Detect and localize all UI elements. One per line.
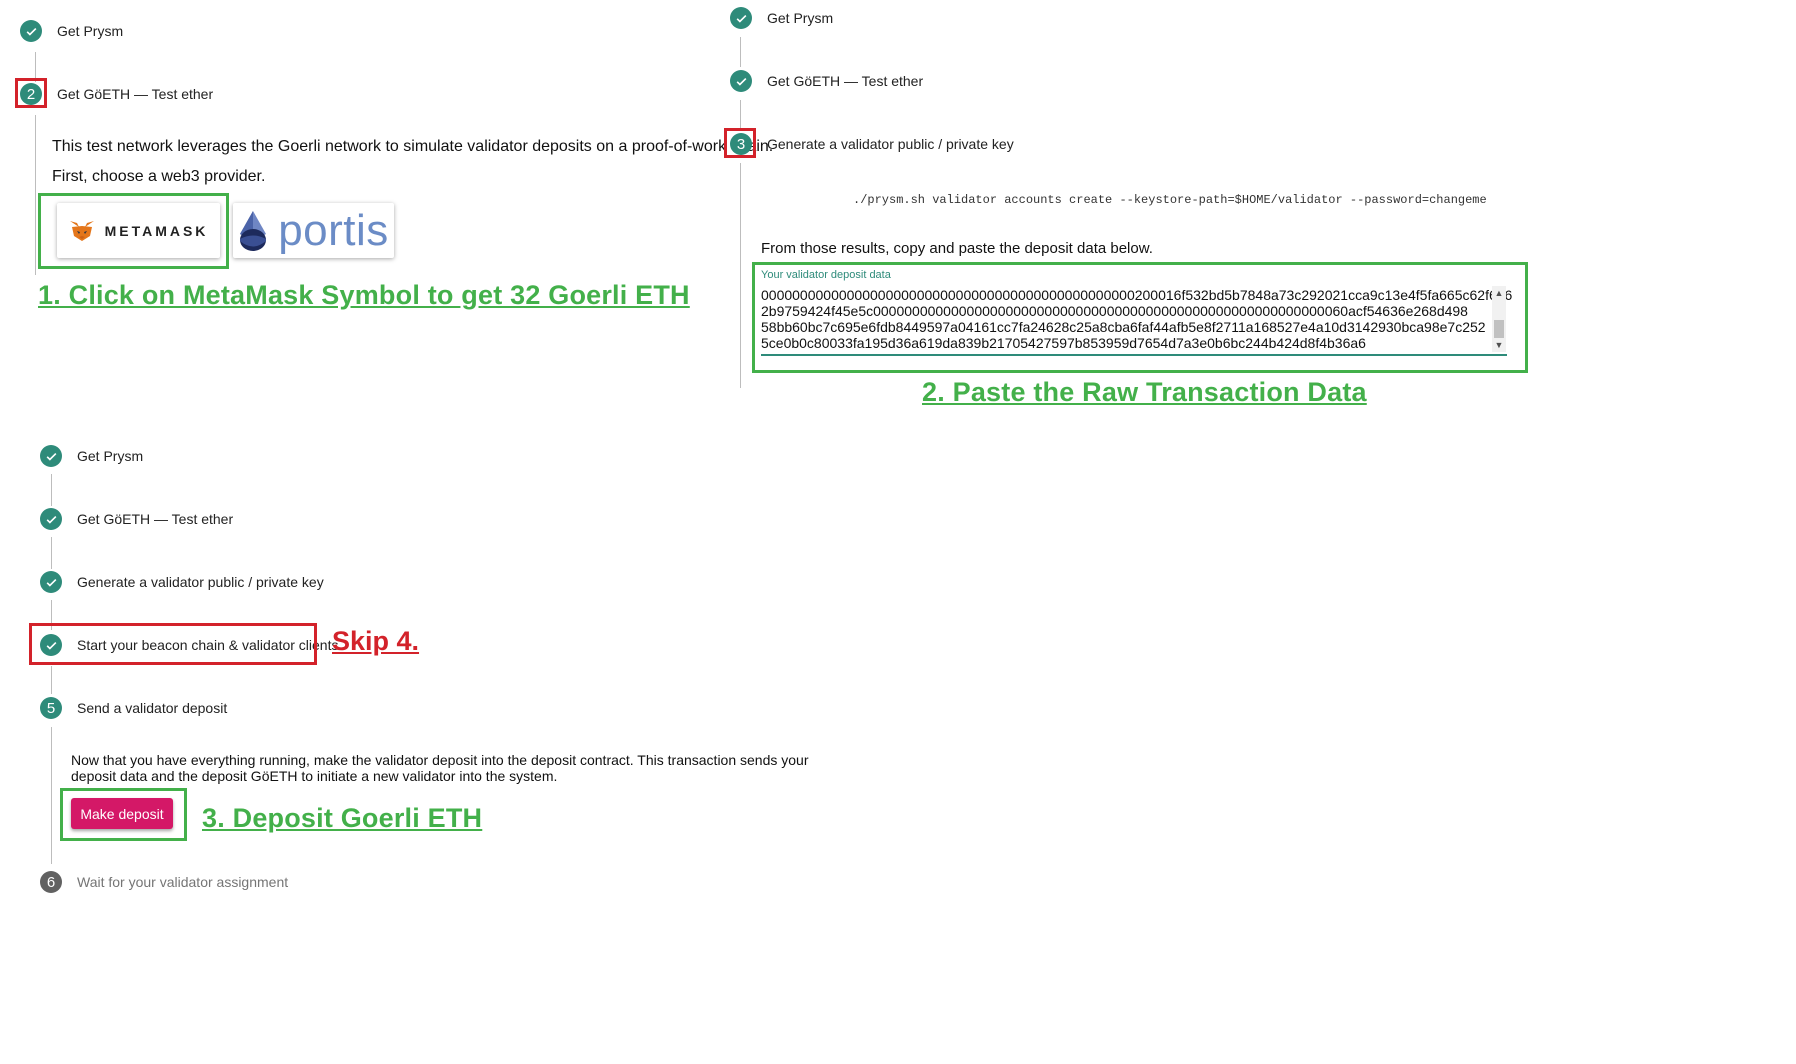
step-label: Wait for your validator assignment [77, 874, 289, 890]
step-label: Generate a validator public / private ke… [767, 136, 1014, 152]
step-number-badge: 6 [40, 871, 62, 893]
step-get-goeth[interactable]: 2 Get GöETH — Test ether [20, 83, 213, 105]
step-number-badge: 5 [40, 697, 62, 719]
step-wait-assignment[interactable]: 6 Wait for your validator assignment [40, 871, 288, 893]
highlight-metamask [38, 193, 229, 269]
portis-icon [240, 210, 267, 251]
stepper-connector [51, 727, 52, 864]
step-label: Get Prysm [57, 23, 124, 39]
step-send-deposit[interactable]: 5 Send a validator deposit [40, 697, 227, 719]
stepper-connector [740, 163, 741, 388]
step-label: Get Prysm [767, 10, 834, 26]
highlight-step-4 [29, 623, 317, 665]
check-icon [20, 20, 42, 42]
step-label: Get GöETH — Test ether [77, 511, 234, 527]
check-icon [730, 7, 752, 29]
check-icon [40, 508, 62, 530]
step-generate-key[interactable]: 3 Generate a validator public / private … [730, 133, 1014, 155]
step-label: Get GöETH — Test ether [767, 73, 924, 89]
annotation-skip-4: Skip 4. [332, 626, 420, 656]
stepper-connector [35, 115, 36, 275]
deposit-instructions-line-2: deposit data and the deposit GöETH to in… [71, 768, 558, 784]
step-label: Get Prysm [77, 448, 144, 464]
step-label: Generate a validator public / private ke… [77, 574, 324, 590]
step-get-goeth[interactable]: Get GöETH — Test ether [730, 70, 923, 92]
portis-button[interactable]: portis [233, 203, 394, 258]
check-icon [40, 571, 62, 593]
choose-provider-text: First, choose a web3 provider. [52, 168, 266, 185]
annotation-click-metamask: 1. Click on MetaMask Symbol to get 32 Go… [38, 280, 690, 310]
step-label: Get GöETH — Test ether [57, 86, 214, 102]
check-icon [730, 70, 752, 92]
deposit-instructions-line-1: Now that you have everything running, ma… [71, 752, 809, 768]
step-get-prysm[interactable]: Get Prysm [40, 445, 143, 467]
intro-text: This test network leverages the Goerli n… [52, 138, 774, 155]
step-get-goeth[interactable]: Get GöETH — Test ether [40, 508, 233, 530]
highlight-make-deposit [60, 788, 187, 841]
highlight-step-3 [724, 128, 756, 158]
step-label: Send a validator deposit [77, 700, 228, 716]
command-snippet: ./prysm.sh validator accounts create --k… [853, 193, 1487, 207]
copy-instructions: From those results, copy and paste the d… [761, 240, 1153, 257]
stepper-connector [740, 100, 741, 130]
stepper-connector [51, 666, 52, 694]
portis-label: portis [278, 205, 389, 255]
annotation-paste-data: 2. Paste the Raw Transaction Data [922, 377, 1367, 407]
step-get-prysm[interactable]: Get Prysm [20, 20, 123, 42]
step-generate-key[interactable]: Generate a validator public / private ke… [40, 571, 324, 593]
highlight-deposit-data [752, 262, 1528, 373]
highlight-step-2 [15, 78, 47, 108]
step-get-prysm[interactable]: Get Prysm [730, 7, 833, 29]
annotation-deposit-eth: 3. Deposit Goerli ETH [202, 803, 483, 833]
stepper-connector [51, 537, 52, 569]
stepper-connector [740, 37, 741, 67]
stepper-connector [51, 474, 52, 506]
check-icon [40, 445, 62, 467]
